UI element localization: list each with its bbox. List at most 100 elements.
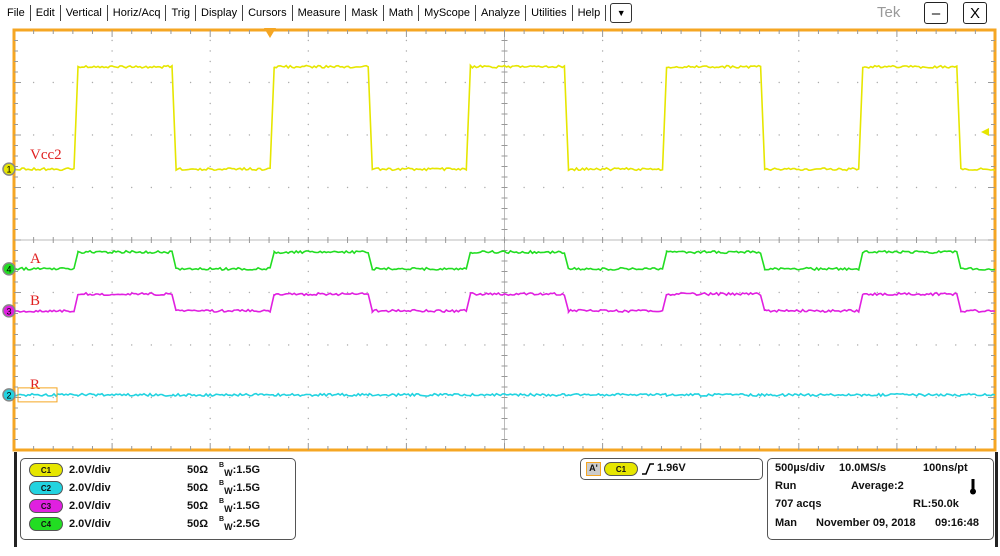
grid-dot: [602, 229, 603, 230]
grid-dot: [406, 103, 407, 104]
grid-dot: [700, 355, 701, 356]
grid-dot: [53, 397, 54, 398]
grid-dot: [308, 428, 309, 429]
grid-dot: [896, 418, 897, 419]
grid-dot: [896, 124, 897, 125]
grid-dot: [896, 187, 897, 188]
grid-dot: [661, 292, 662, 293]
grid-dot: [445, 82, 446, 83]
menu-utilities[interactable]: Utilities: [526, 5, 572, 21]
grid-dot: [308, 40, 309, 41]
menu-file[interactable]: File: [0, 5, 31, 21]
acquisition-panel[interactable]: 500µs/div 10.0MS/s 100ns/pt Run Average:…: [767, 458, 994, 540]
grid-dot: [484, 397, 485, 398]
grid-dot: [798, 323, 799, 324]
grid-dot: [308, 187, 309, 188]
grid-dot: [857, 134, 858, 135]
grid-dot: [308, 260, 309, 261]
grid-dot: [92, 187, 93, 188]
grid-dot: [602, 134, 603, 135]
channel-marker-number: 2: [6, 390, 11, 400]
channel-badge[interactable]: C4: [29, 517, 63, 531]
grid-dot: [268, 397, 269, 398]
grid-dot: [210, 271, 211, 272]
grid-dot: [111, 50, 112, 51]
grid-dot: [700, 229, 701, 230]
grid-dot: [798, 355, 799, 356]
channel-row[interactable]: C2 2.0V/div 50Ω BW:1.5G: [29, 480, 289, 496]
grid-dot: [759, 187, 760, 188]
channel-badge[interactable]: C2: [29, 481, 63, 495]
grid-dot: [700, 323, 701, 324]
grid-dot: [837, 82, 838, 83]
grid-dot: [72, 134, 73, 135]
channel-badge[interactable]: C3: [29, 499, 63, 513]
grid-dot: [700, 145, 701, 146]
grid-dot: [406, 134, 407, 135]
close-button[interactable]: X: [963, 2, 987, 24]
channel-row[interactable]: C3 2.0V/div 50Ω BW:1.5G: [29, 498, 289, 514]
grid-dot: [111, 229, 112, 230]
channel-row[interactable]: C1 2.0V/div 50Ω BW:1.5G: [29, 462, 289, 478]
grid-dot: [327, 397, 328, 398]
grid-dot: [406, 82, 407, 83]
menu-edit[interactable]: Edit: [31, 5, 61, 21]
grid-dot: [92, 397, 93, 398]
grid-dot: [465, 134, 466, 135]
grid-dot: [92, 134, 93, 135]
grid-dot: [582, 134, 583, 135]
grid-dot: [602, 344, 603, 345]
menu-analyze[interactable]: Analyze: [476, 5, 526, 21]
menu-math[interactable]: Math: [384, 5, 419, 21]
grid-dot: [661, 82, 662, 83]
menu-measure[interactable]: Measure: [293, 5, 347, 21]
record-length: RL:50.0k: [913, 498, 959, 510]
menu-trig[interactable]: Trig: [166, 5, 196, 21]
grid-dot: [602, 292, 603, 293]
grid-dot: [916, 397, 917, 398]
grid-dot: [249, 134, 250, 135]
grid-dot: [111, 250, 112, 251]
menu-vertical[interactable]: Vertical: [61, 5, 108, 21]
grid-dot: [896, 113, 897, 114]
menu-cursors[interactable]: Cursors: [243, 5, 293, 21]
channel-badge[interactable]: C1: [29, 463, 63, 477]
menu-mask[interactable]: Mask: [346, 5, 383, 21]
grid-dot: [308, 176, 309, 177]
grid-dot: [386, 187, 387, 188]
waveform-display[interactable]: 1 Vcc2 4 A 3 B 2 R: [0, 25, 1000, 455]
grid-dot: [33, 187, 34, 188]
grid-dot: [406, 344, 407, 345]
menu-horizacq[interactable]: Horiz/Acq: [108, 5, 167, 21]
grid-dot: [386, 134, 387, 135]
grid-dot: [720, 82, 721, 83]
grid-dot: [445, 344, 446, 345]
grid-dot: [916, 187, 917, 188]
grid-dot: [798, 376, 799, 377]
minimize-button[interactable]: –: [924, 2, 948, 24]
grid-dot: [798, 365, 799, 366]
dropdown-button[interactable]: ▼: [610, 3, 632, 23]
grid-dot: [543, 134, 544, 135]
grid-dot: [759, 82, 760, 83]
grid-dot: [798, 103, 799, 104]
grid-dot: [896, 260, 897, 261]
tek-logo: Tek: [877, 4, 900, 21]
trigger-panel[interactable]: A' C1 1.96V: [580, 458, 763, 480]
grid-dot: [700, 439, 701, 440]
grid-dot: [249, 344, 250, 345]
grid-dot: [111, 418, 112, 419]
divider: [14, 452, 17, 547]
grid-dot: [778, 292, 779, 293]
grid-dot: [406, 334, 407, 335]
grid-dot: [170, 187, 171, 188]
menu-display[interactable]: Display: [196, 5, 243, 21]
grid-dot: [602, 92, 603, 93]
grid-dot: [602, 145, 603, 146]
channel-bandwidth: BW:1.5G: [219, 498, 260, 514]
menu-myscope[interactable]: MyScope: [419, 5, 476, 21]
grid-dot: [406, 155, 407, 156]
menu-help[interactable]: Help: [573, 5, 607, 21]
grid-dot: [680, 82, 681, 83]
channel-row[interactable]: C4 2.0V/div 50Ω BW:2.5G: [29, 516, 289, 532]
